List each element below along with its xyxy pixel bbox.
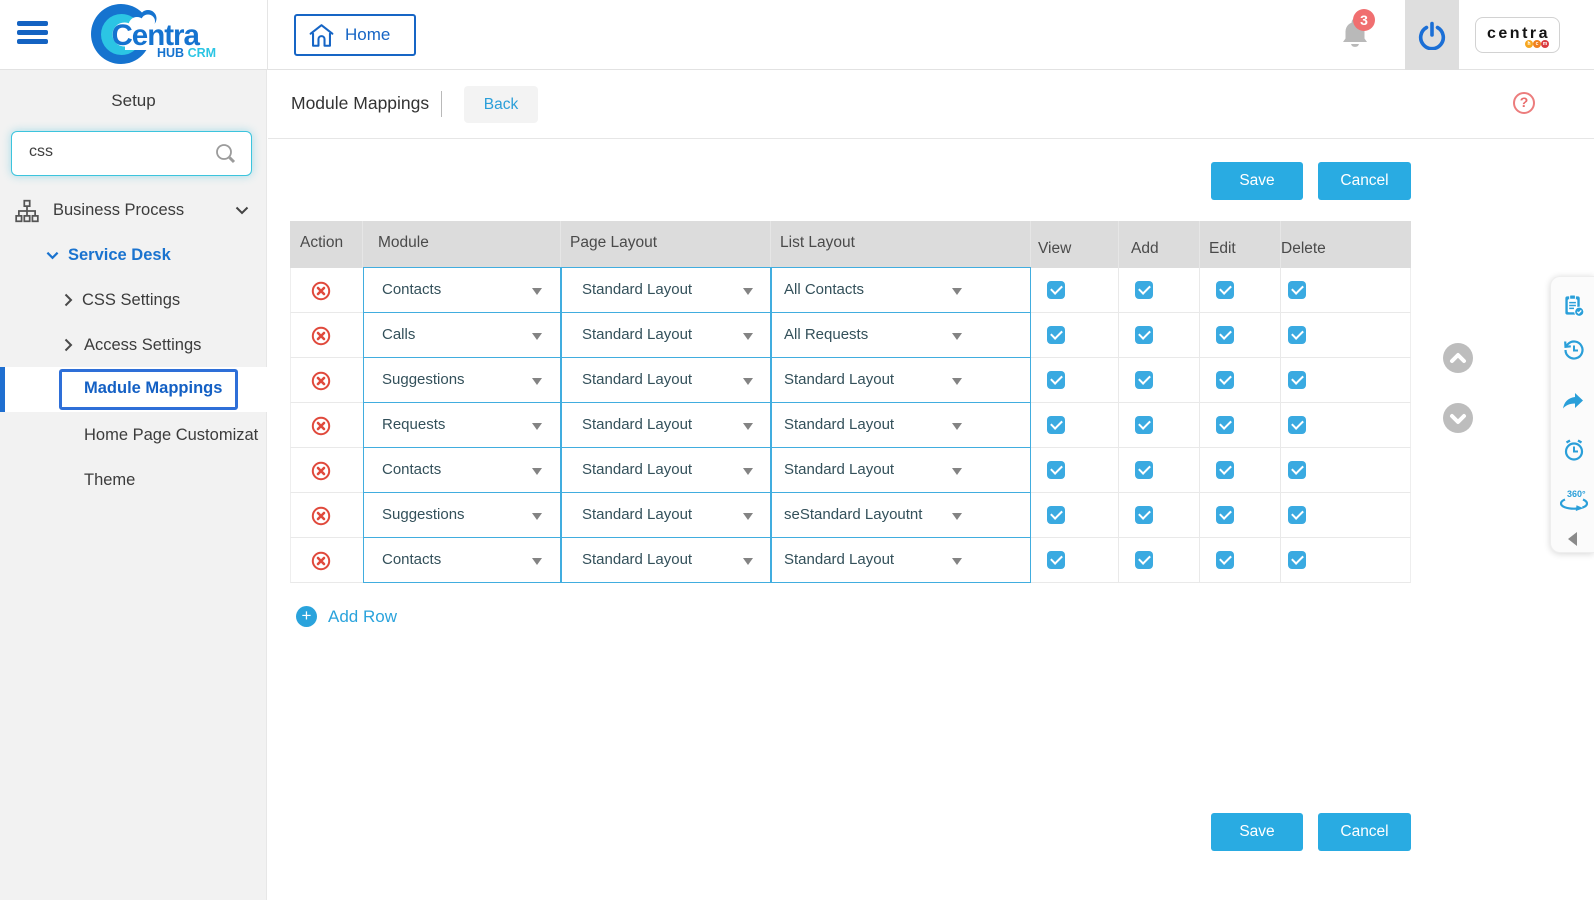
- svg-text:HUB CRM: HUB CRM: [157, 46, 216, 60]
- svg-text:360°: 360°: [1567, 489, 1586, 499]
